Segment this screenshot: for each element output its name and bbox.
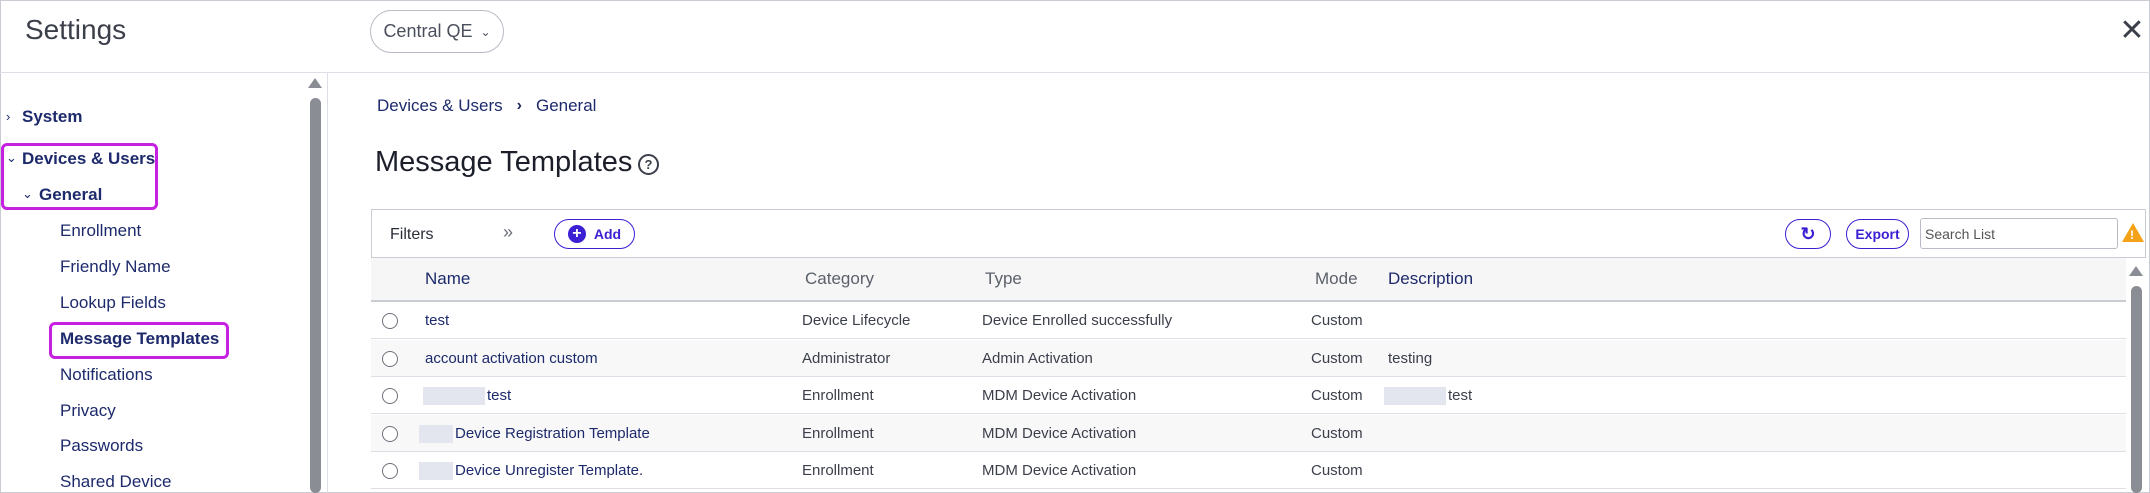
row-name[interactable]: test [425, 312, 449, 329]
expand-filters-icon[interactable]: » [503, 222, 513, 243]
scrollbar-thumb[interactable] [2131, 286, 2142, 493]
column-header-description[interactable]: Description [1388, 269, 1473, 289]
row-select-radio[interactable] [382, 388, 398, 404]
breadcrumb-devices-users[interactable]: Devices & Users [377, 96, 503, 116]
row-mode: Custom [1311, 350, 1363, 367]
row-category: Administrator [802, 350, 891, 367]
column-header-mode[interactable]: Mode [1315, 269, 1358, 289]
settings-header: Settings Central QE ⌄ ✕ [0, 0, 2150, 73]
table-row[interactable]: Device Unregister Template. Enrollment M… [371, 452, 2126, 489]
row-mode: Custom [1311, 312, 1363, 329]
row-select-radio[interactable] [382, 426, 398, 442]
row-category: Enrollment [802, 425, 874, 442]
row-type: MDM Device Activation [982, 462, 1137, 479]
sidebar-item-friendly-name[interactable]: Friendly Name [60, 257, 171, 277]
help-icon[interactable]: ? [638, 154, 659, 175]
redacted-block [419, 462, 453, 481]
row-mode: Custom [1311, 425, 1363, 442]
breadcrumb: Devices & Users › General [377, 96, 596, 116]
row-description-cell: test [1384, 387, 1473, 406]
close-icon[interactable]: ✕ [2117, 16, 2147, 46]
redacted-block [423, 387, 485, 406]
column-header-category[interactable]: Category [805, 269, 874, 289]
row-name[interactable]: account activation custom [425, 350, 598, 367]
scroll-up-arrow-icon[interactable] [308, 78, 322, 88]
row-name[interactable]: test [487, 387, 511, 404]
row-type: Device Enrolled successfully [982, 312, 1173, 329]
row-select-radio[interactable] [382, 351, 398, 367]
chevron-down-icon[interactable]: ⌄ [22, 186, 33, 202]
settings-sidebar: › System ⌄ Devices & Users ⌄ General Enr… [0, 73, 328, 493]
sidebar-item-general[interactable]: General [39, 185, 102, 205]
chevron-down-icon: ⌄ [480, 24, 491, 39]
redacted-block [419, 425, 453, 444]
table-toolbar: Filters » + Add ↻ Export ! [371, 209, 2146, 258]
row-select-radio[interactable] [382, 463, 398, 479]
row-name[interactable]: Device Unregister Template. [455, 462, 643, 479]
table-header: Name Category Type Mode Description [371, 258, 2126, 302]
row-type: MDM Device Activation [982, 425, 1137, 442]
sidebar-item-message-templates[interactable]: Message Templates [60, 329, 219, 349]
plus-icon: + [567, 225, 586, 243]
refresh-button[interactable]: ↻ [1785, 219, 1831, 249]
scrollbar-thumb[interactable] [310, 98, 321, 493]
row-category: Enrollment [802, 462, 874, 479]
sidebar-scrollbar[interactable] [308, 76, 322, 493]
row-name[interactable]: Device Registration Template [455, 425, 650, 442]
sidebar-item-privacy[interactable]: Privacy [60, 401, 116, 421]
chevron-down-icon[interactable]: ⌄ [6, 150, 17, 166]
tenant-label: Central QE [383, 21, 473, 41]
row-category: Device Lifecycle [802, 312, 911, 329]
sidebar-item-enrollment[interactable]: Enrollment [60, 221, 141, 241]
row-description: testing [1388, 350, 1433, 367]
row-name-cell[interactable]: Device Unregister Template. [419, 462, 643, 481]
sidebar-item-lookup-fields[interactable]: Lookup Fields [60, 293, 166, 313]
table-row[interactable]: test Enrollment MDM Device Activation Cu… [371, 377, 2126, 414]
row-mode: Custom [1311, 462, 1363, 479]
row-type: Admin Activation [982, 350, 1093, 367]
table-row[interactable]: account activation custom Administrator … [371, 340, 2126, 377]
add-button[interactable]: + Add [554, 219, 635, 249]
table-scrollbar[interactable] [2129, 262, 2143, 493]
page-title: Message Templates [375, 146, 633, 178]
warning-icon: ! [2122, 223, 2144, 242]
sidebar-item-passwords[interactable]: Passwords [60, 436, 143, 456]
row-name-cell[interactable]: Device Registration Template [419, 425, 650, 444]
refresh-icon: ↻ [1800, 224, 1816, 244]
templates-table: Name Category Type Mode Description test… [371, 258, 2126, 493]
scroll-up-arrow-icon[interactable] [2129, 266, 2143, 276]
sidebar-item-notifications[interactable]: Notifications [60, 365, 153, 385]
add-label: Add [593, 226, 622, 242]
table-row[interactable]: test Device Lifecycle Device Enrolled su… [371, 302, 2126, 339]
sidebar-item-devices-users[interactable]: Devices & Users [22, 149, 155, 169]
row-mode: Custom [1311, 387, 1363, 404]
column-header-name[interactable]: Name [425, 269, 470, 289]
tenant-selector[interactable]: Central QE ⌄ [370, 10, 504, 53]
search-input[interactable] [1920, 218, 2118, 249]
row-type: MDM Device Activation [982, 387, 1137, 404]
export-button[interactable]: Export [1846, 219, 1909, 249]
redacted-block [1384, 387, 1446, 406]
sidebar-item-system[interactable]: System [22, 107, 82, 127]
row-name-cell[interactable]: test [423, 387, 511, 406]
table-row[interactable]: Device Registration Template Enrollment … [371, 415, 2126, 452]
column-header-type[interactable]: Type [985, 269, 1022, 289]
breadcrumb-general[interactable]: General [536, 96, 596, 116]
row-category: Enrollment [802, 387, 874, 404]
row-description: test [1448, 387, 1473, 404]
app-title: Settings [25, 14, 127, 45]
chevron-right-icon: › [516, 97, 522, 114]
sidebar-item-shared-device[interactable]: Shared Device [60, 472, 172, 492]
filters-label: Filters [390, 226, 434, 243]
row-select-radio[interactable] [382, 313, 398, 329]
chevron-right-icon[interactable]: › [6, 109, 10, 124]
